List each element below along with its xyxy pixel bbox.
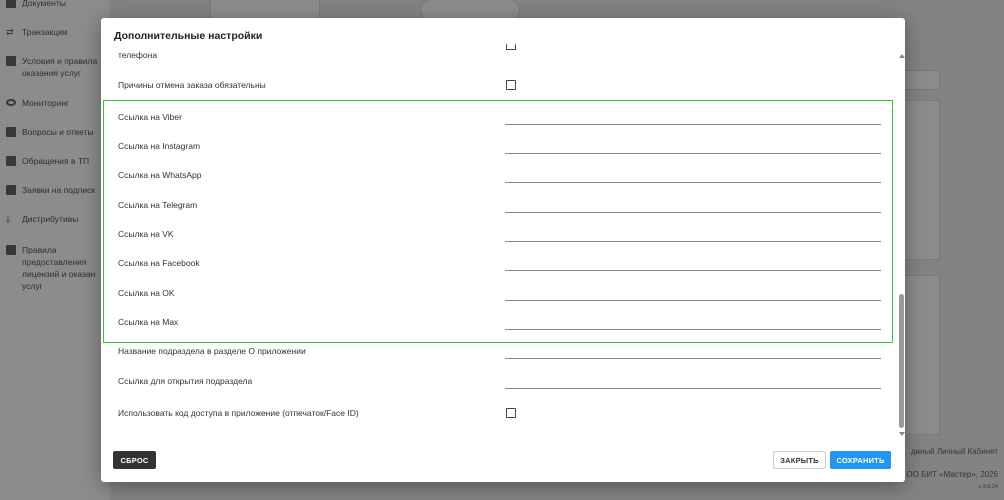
subsection-name-label: Название подраздела в разделе О приложен…	[118, 346, 306, 356]
social-links-highlight	[103, 100, 893, 343]
ok-label: Ссылка на OK	[118, 288, 175, 298]
telegram-label: Ссылка на Telegram	[118, 200, 198, 210]
whatsapp-input[interactable]	[505, 169, 881, 183]
viber-label: Ссылка на Viber	[118, 112, 182, 122]
max-input[interactable]	[505, 316, 881, 330]
whatsapp-label: Ссылка на WhatsApp	[118, 170, 202, 180]
additional-settings-dialog: Дополнительные настройки телефона Причин…	[101, 18, 905, 482]
vk-label: Ссылка на VK	[118, 229, 174, 239]
cancel-reasons-label: Причины отмена заказа обязательны	[118, 80, 266, 90]
subsection-link-label: Ссылка для открытия подраздела	[118, 376, 253, 386]
phone-label: телефона	[118, 50, 158, 60]
instagram-label: Ссылка на Instagram	[118, 141, 201, 151]
max-label: Ссылка на Max	[118, 317, 179, 327]
scroll-up-arrow-icon[interactable]	[899, 54, 905, 58]
subsection-link-input[interactable]	[505, 375, 881, 389]
close-button[interactable]: ЗАКРЫТЬ	[773, 451, 826, 469]
subsection-name-input[interactable]	[505, 345, 881, 359]
ok-input[interactable]	[505, 287, 881, 301]
access-code-label: Использовать код доступа в приложение (о…	[118, 408, 359, 418]
viber-input[interactable]	[505, 111, 881, 125]
telegram-input[interactable]	[505, 199, 881, 213]
vk-input[interactable]	[505, 228, 881, 242]
dialog-title: Дополнительные настройки	[114, 30, 263, 42]
scroll-thumb[interactable]	[899, 294, 904, 428]
scroll-down-arrow-icon[interactable]	[899, 432, 905, 436]
access-code-checkbox[interactable]	[506, 408, 516, 418]
phone-checkbox[interactable]	[506, 44, 516, 50]
reset-button[interactable]: СБРОС	[113, 451, 156, 469]
cancel-reasons-checkbox[interactable]	[506, 80, 516, 90]
dialog-scrollbar[interactable]	[899, 48, 905, 436]
facebook-label: Ссылка на Facebook	[118, 258, 200, 268]
save-button[interactable]: СОХРАНИТЬ	[830, 451, 891, 469]
instagram-input[interactable]	[505, 140, 881, 154]
facebook-input[interactable]	[505, 257, 881, 271]
